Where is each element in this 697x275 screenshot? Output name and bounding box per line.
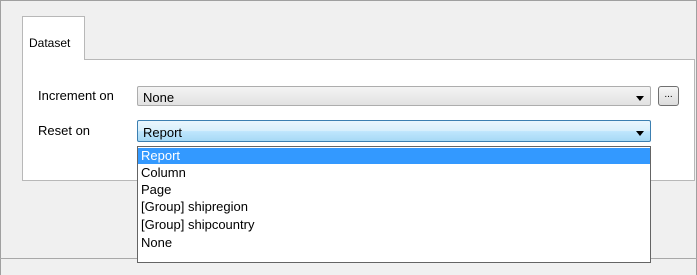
dropdown-option-group-shipcountry[interactable]: [Group] shipcountry	[138, 217, 650, 233]
dropdown-option-none[interactable]: None	[138, 235, 650, 251]
dropdown-option-column[interactable]: Column	[138, 165, 650, 181]
reset-on-label: Reset on	[38, 123, 91, 138]
tab-dataset-label: Dataset	[29, 36, 71, 50]
increment-on-label: Increment on	[38, 88, 114, 103]
browse-button[interactable]: ...	[658, 86, 679, 106]
reset-on-select[interactable]: Report	[137, 120, 651, 142]
tab-dataset[interactable]: Dataset	[22, 16, 85, 60]
reset-on-dropdown-list: Report Column Page [Group] shipregion [G…	[137, 146, 651, 263]
dropdown-option-report[interactable]: Report	[138, 148, 650, 164]
increment-on-value: None	[143, 90, 175, 105]
dropdown-option-group-shipregion[interactable]: [Group] shipregion	[138, 199, 650, 215]
chevron-down-icon	[636, 96, 644, 101]
reset-on-value: Report	[143, 125, 183, 140]
increment-on-select[interactable]: None	[137, 86, 651, 106]
chevron-down-icon	[636, 131, 644, 136]
dropdown-option-page[interactable]: Page	[138, 182, 650, 198]
